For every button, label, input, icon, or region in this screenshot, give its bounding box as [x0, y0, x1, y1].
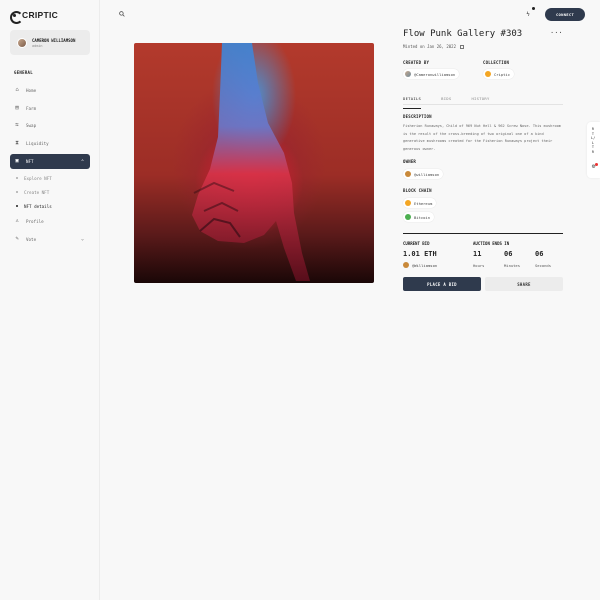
sidebar-item-farm[interactable]: ▤ Farm	[10, 100, 90, 118]
current-bid-label: CURRENT BID	[403, 241, 430, 246]
settings-icon[interactable]: ⚙	[589, 163, 598, 174]
owner-avatar	[405, 171, 411, 177]
avatar	[17, 37, 27, 48]
sidebar-subitem-label: Explore NFT	[24, 175, 52, 181]
bidder-name: @Williamson	[412, 262, 438, 268]
description-text: Fisherion Runaways, Child of 969 Nut Hel…	[403, 124, 561, 151]
owner-label: OWNER	[403, 159, 417, 164]
sidebar-item-vote[interactable]: ✎ Vote ⌄	[10, 231, 90, 249]
minted-date: Minted on Jan 26, 2022	[403, 44, 465, 49]
chain-name: Bitcoin	[414, 214, 431, 220]
sidebar-item-label: Profile	[26, 219, 44, 225]
chevron-up-icon: ⌃	[80, 158, 84, 165]
created-by-label: CREATED BY	[403, 60, 430, 65]
sidebar-item-profile[interactable]: ♙ Profile	[10, 213, 90, 231]
sidebar-item-liquidity[interactable]: ⧗ Liquidity	[10, 135, 90, 153]
section-label-general: GENERAL	[14, 70, 33, 75]
collection-icon	[485, 71, 491, 77]
countdown-hours-unit: Hours	[473, 263, 485, 268]
nft-title: Flow Punk Gallery #303	[403, 29, 523, 39]
sidebar-subitem-explore-nft[interactable]: Explore NFT	[10, 171, 90, 185]
sidebar-subitem-nft-details[interactable]: NFT details	[10, 199, 90, 213]
sidebar-item-home[interactable]: ⌂ Home	[10, 82, 90, 100]
profile-role: admin	[32, 43, 43, 48]
collection-label: COLLECTION	[483, 60, 510, 65]
divider	[403, 233, 563, 234]
place-bid-button[interactable]: PLACE A BID	[403, 277, 481, 291]
profile-card[interactable]: CAMERON WILLIAMSON admin	[10, 30, 90, 55]
creator-name: @Cameronwilliamson	[414, 71, 456, 77]
share-button[interactable]: SHARE	[485, 277, 563, 291]
sidebar-item-label: Vote	[26, 236, 37, 242]
sidebar-item-label: Home	[26, 88, 37, 94]
sidebar-nav: ⌂ Home ▤ Farm ⇆ Swap ⧗ Liquidity ▣ NFT ⌃…	[10, 82, 90, 248]
farm-icon: ▤	[15, 104, 19, 111]
block-chain-label: BLOCK CHAIN	[403, 188, 432, 193]
bidder-avatar	[403, 262, 409, 268]
creator-avatar	[405, 71, 411, 77]
bolt-icon: ϟ	[526, 10, 530, 18]
logo-icon	[10, 10, 23, 24]
nft-artwork	[134, 43, 374, 283]
calendar-icon	[460, 45, 465, 49]
nft-icon: ▣	[15, 157, 19, 164]
swap-icon: ⇆	[15, 122, 19, 128]
detail-tabs: DETAILS BIDS HISTORY	[403, 94, 563, 109]
sidebar: CRIPTIC CAMERON WILLIAMSON admin GENERAL…	[0, 0, 100, 600]
more-icon: ···	[550, 29, 563, 37]
tab-history[interactable]: HISTORY	[471, 94, 489, 104]
owner-chip[interactable]: @williamson	[403, 169, 444, 179]
chain-chip-bitcoin[interactable]: Bitcoin	[403, 212, 435, 222]
bullet-icon	[16, 177, 18, 179]
current-bid-value: 1.01 ETH	[403, 250, 437, 258]
collection-name: Criptic	[494, 71, 511, 77]
countdown-hours: 11	[473, 250, 482, 258]
home-icon: ⌂	[15, 87, 19, 93]
hand-illustration	[192, 43, 310, 281]
bullet-icon	[16, 191, 18, 193]
profile-name: CAMERON WILLIAMSON	[32, 37, 76, 43]
ethereum-icon	[405, 200, 411, 206]
creator-chip[interactable]: @Cameronwilliamson	[403, 69, 460, 79]
connect-button[interactable]: CONNECT	[545, 8, 585, 21]
auction-ends-label: AUCTION ENDS IN	[473, 241, 510, 246]
direction-toggle[interactable]: RTL/LTR	[591, 127, 595, 155]
description-label: DESCRIPTION	[403, 114, 432, 119]
chain-chip-ethereum[interactable]: Ethereum	[403, 198, 437, 208]
notification-button[interactable]: ϟ	[522, 7, 535, 20]
owner-name: @williamson	[414, 171, 440, 177]
collection-chip[interactable]: Criptic	[483, 69, 515, 79]
sidebar-item-label: Farm	[26, 105, 37, 111]
sidebar-item-nft[interactable]: ▣ NFT ⌃	[10, 154, 90, 169]
search-icon[interactable]	[119, 11, 125, 17]
minted-text: Minted on Jan 26, 2022	[403, 44, 456, 49]
countdown-seconds-unit: Seconds	[535, 263, 552, 268]
more-options-button[interactable]: ···	[550, 29, 563, 40]
bitcoin-icon	[405, 214, 411, 220]
sidebar-item-swap[interactable]: ⇆ Swap	[10, 117, 90, 135]
countdown-minutes-unit: Minutes	[504, 263, 521, 268]
countdown-seconds: 06	[535, 250, 544, 258]
countdown-minutes: 06	[504, 250, 513, 258]
tab-bids[interactable]: BIDS	[441, 94, 451, 104]
tab-details[interactable]: DETAILS	[403, 94, 422, 109]
sidebar-subitem-label: Create NFT	[24, 189, 50, 195]
sidebar-item-label: Liquidity	[26, 140, 49, 146]
chevron-down-icon: ⌄	[80, 236, 84, 243]
app-logo[interactable]: CRIPTIC	[10, 10, 59, 24]
sidebar-item-label: Swap	[26, 123, 37, 129]
bidder-chip[interactable]: @Williamson	[401, 260, 441, 270]
vote-icon: ✎	[15, 235, 19, 242]
bullet-icon	[16, 205, 18, 207]
app-name: CRIPTIC	[22, 10, 59, 20]
sidebar-subitem-label: NFT details	[24, 203, 52, 209]
sidebar-subitem-create-nft[interactable]: Create NFT	[10, 185, 90, 199]
profile-icon: ♙	[15, 218, 19, 224]
liquidity-icon: ⧗	[15, 139, 19, 146]
chain-name: Ethereum	[414, 200, 433, 206]
sidebar-item-label: NFT	[26, 159, 34, 164]
